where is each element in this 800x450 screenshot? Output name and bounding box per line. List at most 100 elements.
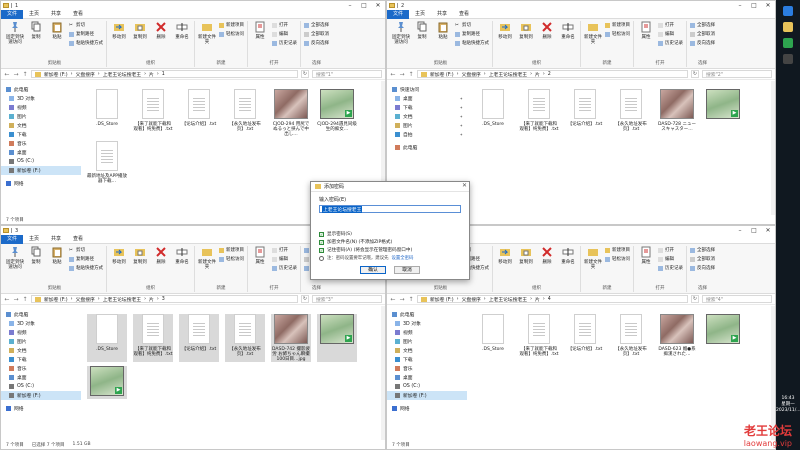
clock[interactable]: 16:43 星期一 2023/11/...	[776, 396, 800, 414]
move-to-button[interactable]: 移动到	[496, 246, 514, 265]
breadcrumb-item[interactable]: 1	[162, 72, 165, 77]
address-bar[interactable]: 新加卷 (F:) › 父盘搜序 › 上老王论坛搜老王 › 片 › 2	[417, 70, 688, 78]
paste-shortcut-button[interactable]: 粘贴快捷方式	[69, 40, 103, 46]
forward-button[interactable]: →	[13, 71, 19, 78]
file-item[interactable]	[703, 314, 743, 357]
nav-item[interactable]: 下载 ✦	[387, 103, 467, 112]
wechat-icon[interactable]	[783, 38, 793, 48]
new-folder-button[interactable]: 新建文件夹	[584, 21, 602, 45]
ribbon-tab[interactable]: 主页	[409, 10, 431, 19]
nav-item[interactable]: 音乐	[1, 364, 81, 373]
copy-path-button[interactable]: 复制路径	[69, 256, 103, 262]
nav-item[interactable]: 文档	[1, 121, 81, 130]
explorer-icon[interactable]	[783, 22, 793, 32]
address-bar[interactable]: 新加卷 (F:) › 父盘搜序 › 上老王论坛搜老王 › 片 › 1	[31, 70, 298, 78]
file-item[interactable]: 【来了就能下载和观看】纯免费】.txt	[519, 314, 559, 357]
search-input[interactable]: 搜索"3"	[312, 295, 382, 303]
file-item[interactable]: 【来了就能下载和观看】纯免费】.txt	[133, 314, 173, 362]
delete-button[interactable]: 删除	[152, 246, 170, 265]
select-none-button[interactable]: 全部取消	[690, 31, 715, 37]
maximize-button[interactable]: □	[747, 226, 761, 235]
nav-item[interactable]: 文档 ✦	[387, 112, 467, 121]
nav-item[interactable]: 新加卷 (F:)	[387, 391, 467, 400]
nav-item[interactable]: 下载	[1, 130, 81, 139]
nav-item[interactable]: 3D 对象	[1, 319, 81, 328]
back-button[interactable]: ←	[390, 296, 396, 303]
pin-quick-access-button[interactable]: 固定到快速访问	[6, 21, 24, 45]
nav-item[interactable]: 视频	[1, 328, 81, 337]
nav-item[interactable]: 文档	[1, 346, 81, 355]
file-item[interactable]	[317, 314, 357, 362]
encrypt-names-checkbox[interactable]: ✓ 加密文件名(N) (不添加ZIP格式)	[319, 239, 461, 245]
paste-button[interactable]: 粘贴	[48, 246, 66, 265]
close-button[interactable]: ✕	[761, 1, 775, 10]
paste-button[interactable]: 粘贴	[48, 21, 66, 40]
ribbon-tab[interactable]: 主页	[23, 10, 45, 19]
file-item[interactable]: 【永久地址发布页】.txt	[611, 89, 651, 132]
ribbon-tab[interactable]: 查看	[67, 10, 89, 19]
properties-button[interactable]: 属性	[251, 246, 269, 265]
ribbon-tab[interactable]: 文件	[387, 9, 410, 19]
file-item[interactable]: DASD-623 媚●系痴漢された…	[657, 314, 697, 357]
cut-button[interactable]: ✂剪切	[69, 22, 103, 29]
open-button[interactable]: 打开	[658, 247, 683, 253]
address-bar[interactable]: 新加卷 (F:) › 父盘搜序 › 上老王论坛搜老王 › 片 › 4	[417, 295, 688, 303]
breadcrumb-item[interactable]: 4	[548, 297, 551, 302]
password-input[interactable]: 上老王论坛搜老王	[319, 205, 461, 213]
invert-selection-button[interactable]: 反向选择	[690, 40, 715, 46]
file-item[interactable]: CJOD-294 用尻でぬるっと挟んで中出し…	[271, 89, 311, 137]
nav-item[interactable]: 图片	[387, 337, 467, 346]
breadcrumb-item[interactable]: 父盘搜序	[76, 71, 95, 78]
breadcrumb-item[interactable]: 上老王论坛搜老王	[489, 71, 527, 78]
breadcrumb-item[interactable]: 片	[149, 71, 154, 78]
nav-item[interactable]: 网络	[1, 404, 81, 413]
breadcrumb-item[interactable]: 上老王论坛搜老王	[489, 296, 527, 303]
ribbon-tab[interactable]: 共享	[45, 235, 67, 244]
cut-button[interactable]: ✂剪切	[455, 22, 489, 29]
copy-to-button[interactable]: 复制到	[131, 21, 149, 40]
file-item[interactable]: 【永久地址发布页】.txt	[225, 89, 265, 137]
edit-button[interactable]: 编辑	[272, 256, 297, 262]
nav-item[interactable]: 图片	[1, 337, 81, 346]
back-button[interactable]: ←	[390, 71, 396, 78]
ok-button[interactable]: 确认	[360, 266, 386, 274]
paste-shortcut-button[interactable]: 粘贴快捷方式	[69, 265, 103, 271]
nav-item[interactable]: 视频	[387, 328, 467, 337]
back-button[interactable]: ←	[4, 71, 10, 78]
back-button[interactable]: ←	[4, 296, 10, 303]
up-button[interactable]: ↑	[22, 296, 28, 303]
refresh-button[interactable]: ↻	[691, 295, 699, 303]
file-item[interactable]	[87, 366, 127, 399]
nav-item[interactable]: 图片	[1, 112, 81, 121]
nav-item[interactable]: 桌面	[1, 148, 81, 157]
rename-button[interactable]: 重命名	[173, 246, 191, 265]
select-none-button[interactable]: 全部取消	[690, 256, 715, 262]
new-item-button[interactable]: 新建项目	[219, 247, 244, 253]
show-password-checkbox[interactable]: ✓ 显示密码(S)	[319, 231, 461, 237]
file-item[interactable]: DASD-742 撮影疲労 お姉ちゃん瞬撮100日目…jpg	[271, 314, 311, 362]
nav-item[interactable]: 此电脑	[387, 310, 467, 319]
nav-item[interactable]: 音乐	[1, 139, 81, 148]
nav-item[interactable]: 3D 对象	[387, 319, 467, 328]
set-password-link[interactable]: 设置全密码	[391, 255, 413, 261]
nav-item[interactable]: 桌面	[1, 373, 81, 382]
maximize-button[interactable]: □	[357, 1, 371, 10]
properties-button[interactable]: 属性	[251, 21, 269, 40]
pin-quick-access-button[interactable]: 固定到快速访问	[392, 21, 410, 45]
move-to-button[interactable]: 移动到	[110, 21, 128, 40]
move-to-button[interactable]: 移动到	[496, 21, 514, 40]
breadcrumb-item[interactable]: 父盘搜序	[76, 296, 95, 303]
file-item[interactable]: .DS_Store	[87, 89, 127, 137]
nav-item[interactable]: 视频	[1, 103, 81, 112]
search-input[interactable]: 搜索"1"	[312, 70, 382, 78]
breadcrumb-item[interactable]: 新加卷 (F:)	[44, 71, 68, 78]
breadcrumb-item[interactable]: 新加卷 (F:)	[44, 296, 68, 303]
minimize-button[interactable]: –	[733, 226, 747, 235]
select-none-button[interactable]: 全部取消	[304, 31, 329, 37]
breadcrumb-item[interactable]: 上老王论坛搜老王	[103, 296, 141, 303]
file-item[interactable]: 【论坛介绍】.txt	[565, 89, 605, 132]
close-button[interactable]: ✕	[761, 226, 775, 235]
forward-button[interactable]: →	[399, 296, 405, 303]
open-button[interactable]: 打开	[658, 22, 683, 28]
file-item[interactable]: 【论坛介绍】.txt	[179, 314, 219, 362]
